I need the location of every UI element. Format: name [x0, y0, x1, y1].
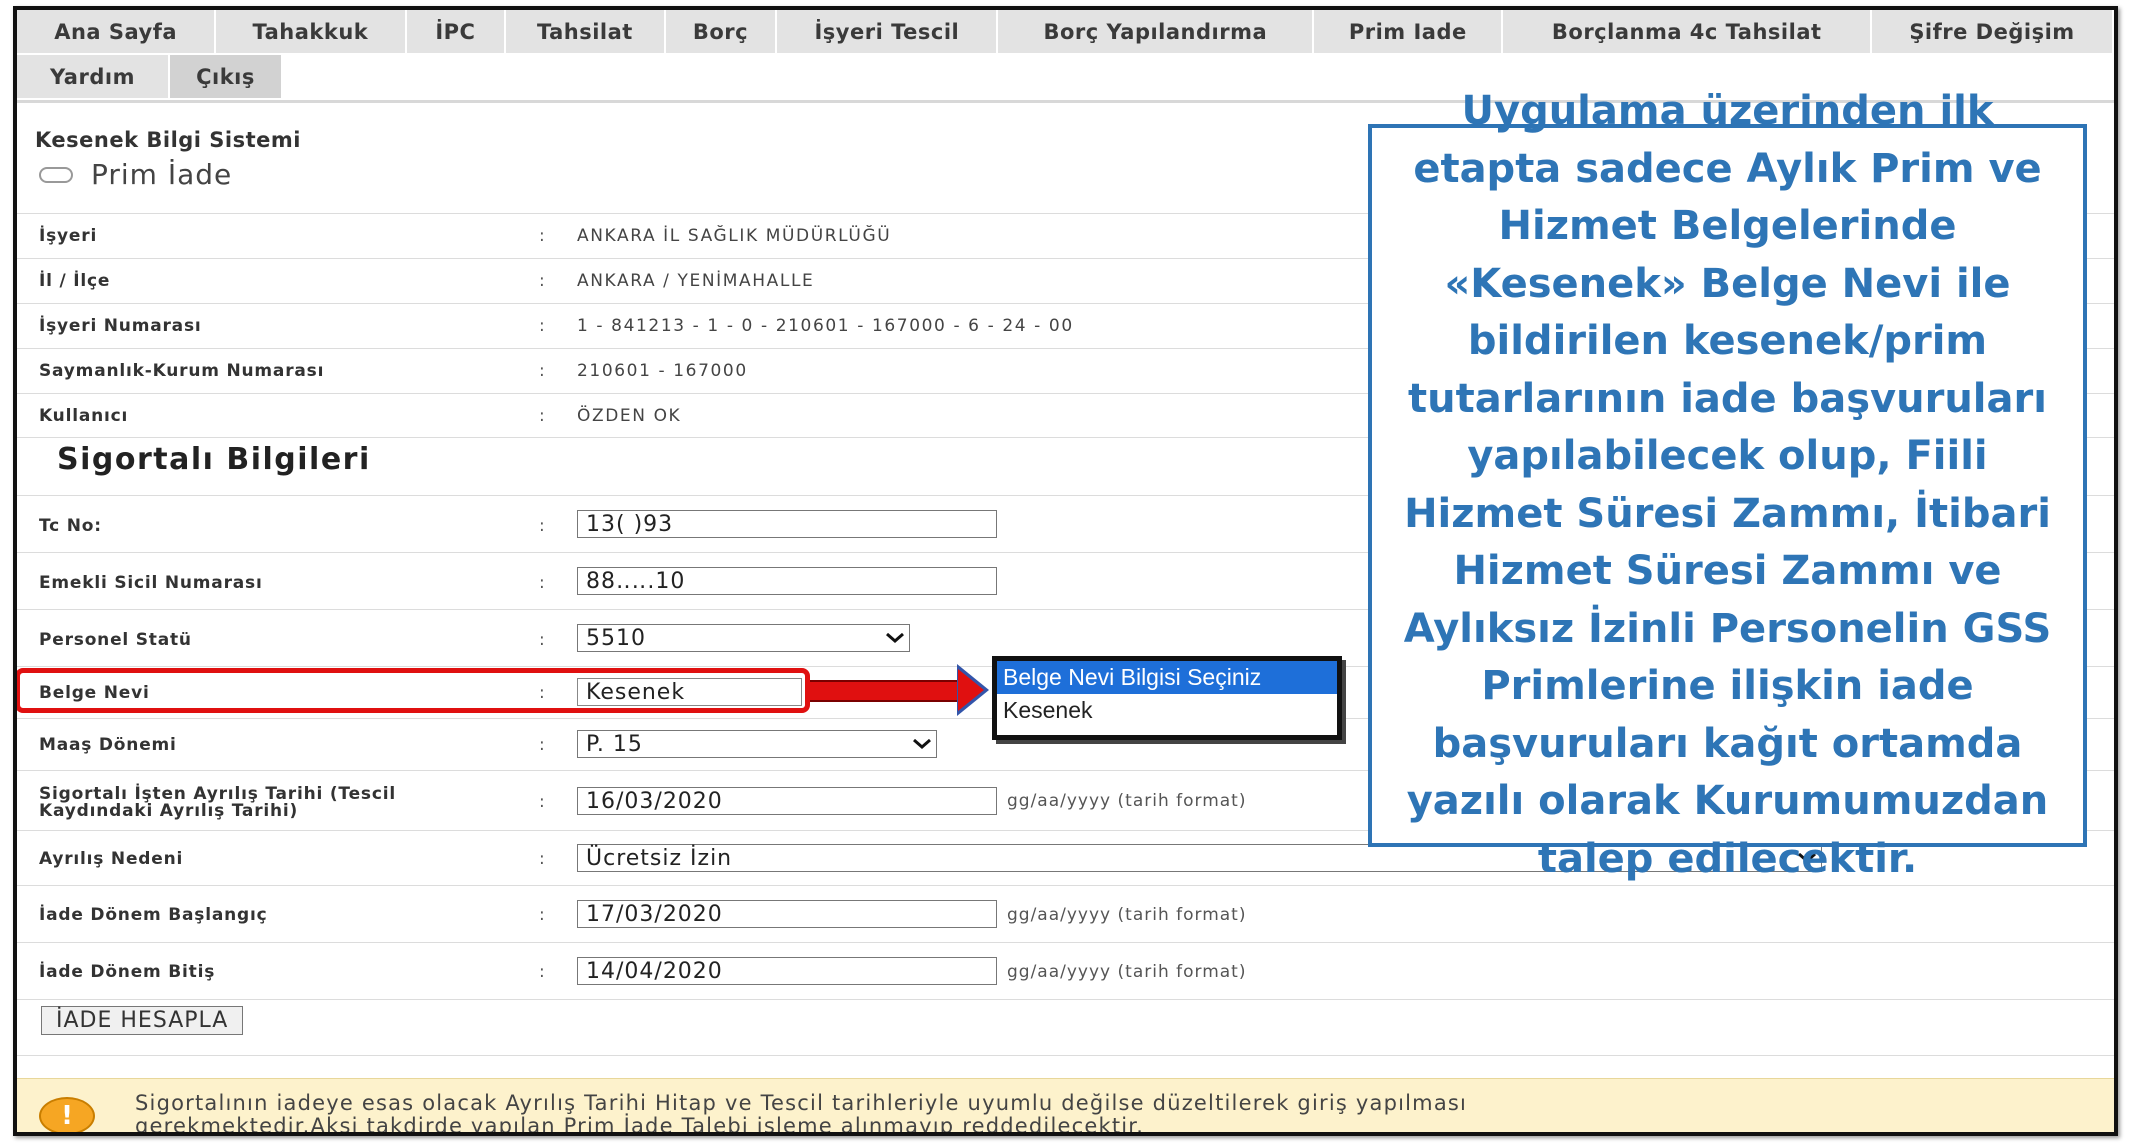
- arrow-right-icon: [810, 680, 960, 702]
- iade-bitis-label: İade Dönem Bitiş: [39, 962, 216, 982]
- chevron-down-icon: [908, 739, 936, 749]
- saymanlik-label: Saymanlık-Kurum Numarası: [39, 361, 325, 381]
- colon: :: [539, 962, 545, 982]
- form-row-button: [17, 999, 2114, 1056]
- page-header: Kesenek Bilgi Sistemi Prim İade: [35, 128, 301, 191]
- emekli-sicil-input[interactable]: 88‥‥.10: [577, 567, 997, 595]
- iade-bitis-input[interactable]: 14/04/2020: [577, 957, 997, 985]
- colon: :: [539, 735, 545, 755]
- warning-icon: !: [39, 1097, 95, 1132]
- ayrilis-tarihi-input[interactable]: 16/03/2020: [577, 787, 997, 815]
- form-row-iade-baslangic: İade Dönem Başlangıç : 17/03/2020 gg/aa/…: [17, 885, 2114, 942]
- colon: :: [539, 516, 545, 536]
- ayrilis-nedeni-value: Ücretsiz İzin: [586, 845, 733, 871]
- colon: :: [539, 849, 545, 869]
- ayrilis-nedeni-label: Ayrılış Nedeni: [39, 849, 184, 869]
- info-callout: Uygulama üzerinden ilk etapta sadece Ayl…: [1368, 88, 2087, 882]
- nav-item-borc[interactable]: Borç: [665, 10, 778, 55]
- personel-statu-label: Personel Statü: [39, 630, 192, 650]
- nav-item-prim-iade[interactable]: Prim Iade: [1314, 10, 1504, 55]
- colon: :: [539, 271, 545, 291]
- dropdown-option-placeholder[interactable]: Belge Nevi Bilgisi Seçiniz: [997, 661, 1337, 694]
- kullanici-value: ÖZDEN OK: [577, 406, 682, 426]
- personel-statu-select[interactable]: 5510: [577, 624, 910, 652]
- nav-item-ipc[interactable]: İPC: [406, 10, 507, 55]
- nav-item-cikis[interactable]: Çıkış: [170, 55, 283, 100]
- callout-text: Uygulama üzerinden ilk etapta sadece Ayl…: [1403, 88, 2052, 882]
- ayrilis-tarihi-label: Sigortalı İşten Ayrılış Tarihi (Tescil K…: [39, 786, 396, 820]
- warning-bar: ! Sigortalının iadeye esas olacak Ayrılı…: [17, 1078, 2114, 1136]
- nav-item-tahakkuk[interactable]: Tahakkuk: [216, 10, 407, 55]
- nav-item-isyeri-tescil[interactable]: İşyeri Tescil: [777, 10, 999, 55]
- colon: :: [539, 361, 545, 381]
- form-row-iade-bitis: İade Dönem Bitiş : 14/04/2020 gg/aa/yyyy…: [17, 942, 2114, 999]
- maas-donemi-value: P. 15: [586, 731, 643, 757]
- nav-item-ana-sayfa[interactable]: Ana Sayfa: [17, 10, 217, 55]
- belge-nevi-dropdown: Belge Nevi Bilgisi Seçiniz Kesenek: [992, 656, 1342, 740]
- chevron-down-icon: [881, 633, 909, 643]
- isyeri-value: ANKARA İL SAĞLIK MÜDÜRLÜĞÜ: [577, 226, 892, 246]
- tc-no-input[interactable]: 13( )93: [577, 510, 997, 538]
- warning-line-2: gerekmektedir.Aksi takdirde yapılan Prim…: [135, 1114, 1145, 1136]
- belge-nevi-highlight: [17, 668, 810, 713]
- colon: :: [539, 630, 545, 650]
- colon: :: [539, 573, 545, 593]
- arrow-head-fill: [958, 669, 984, 711]
- emekli-sicil-label: Emekli Sicil Numarası: [39, 573, 263, 593]
- maas-donemi-label: Maaş Dönemi: [39, 735, 177, 755]
- kullanici-label: Kullanıcı: [39, 406, 129, 426]
- colon: :: [539, 905, 545, 925]
- colon: :: [539, 226, 545, 246]
- nav-item-borc-yapilandirma[interactable]: Borç Yapılandırma: [998, 10, 1315, 55]
- nav-item-yardim[interactable]: Yardım: [17, 55, 170, 100]
- dropdown-option-kesenek[interactable]: Kesenek: [997, 694, 1337, 727]
- iade-baslangic-label: İade Dönem Başlangıç: [39, 905, 268, 925]
- colon: :: [539, 316, 545, 336]
- date-format-hint: gg/aa/yyyy (tarih format): [1007, 905, 1247, 925]
- isyeri-label: İşyeri: [39, 226, 98, 246]
- personel-statu-value: 5510: [586, 625, 646, 651]
- date-format-hint: gg/aa/yyyy (tarih format): [1007, 962, 1247, 982]
- nav-item-tahsilat[interactable]: Tahsilat: [506, 10, 666, 55]
- nav-item-borclanma-4c-tahsilat[interactable]: Borçlanma 4c Tahsilat: [1503, 10, 1872, 55]
- colon: :: [539, 792, 545, 812]
- page-title-text: Prim İade: [91, 158, 233, 191]
- app-frame: Ana Sayfa Tahakkuk İPC Tahsilat Borç İşy…: [13, 6, 2118, 1136]
- warning-line-1: Sigortalının iadeye esas olacak Ayrılış …: [135, 1091, 1468, 1115]
- nav-item-sifre-degisim[interactable]: Şifre Değişim: [1871, 10, 2114, 55]
- iade-baslangic-input[interactable]: 17/03/2020: [577, 900, 997, 928]
- ayrilis-tarihi-label-line2: Kaydındaki Ayrılış Tarihi): [39, 801, 299, 821]
- section-title: Sigortalı Bilgileri: [57, 442, 371, 477]
- il-ilce-value: ANKARA / YENİMAHALLE: [577, 271, 815, 291]
- iade-hesapla-button[interactable]: İADE HESAPLA: [41, 1006, 244, 1035]
- isyeri-numarasi-value: 1 - 841213 - 1 - 0 - 210601 - 167000 - 6…: [577, 316, 1074, 336]
- system-title: Kesenek Bilgi Sistemi: [35, 128, 301, 152]
- maas-donemi-select[interactable]: P. 15: [577, 730, 937, 758]
- saymanlik-value: 210601 - 167000: [577, 361, 748, 381]
- il-ilce-label: İl / İlçe: [39, 271, 111, 291]
- page-title: Prim İade: [35, 158, 301, 191]
- nav-row-1: Ana Sayfa Tahakkuk İPC Tahsilat Borç İşy…: [17, 10, 2114, 55]
- warning-text: Sigortalının iadeye esas olacak Ayrılış …: [135, 1091, 1468, 1136]
- date-format-hint: gg/aa/yyyy (tarih format): [1007, 791, 1247, 811]
- isyeri-numarasi-label: İşyeri Numarası: [39, 316, 202, 336]
- pill-icon: [39, 166, 73, 183]
- tc-no-label: Tc No:: [39, 516, 102, 536]
- colon: :: [539, 406, 545, 426]
